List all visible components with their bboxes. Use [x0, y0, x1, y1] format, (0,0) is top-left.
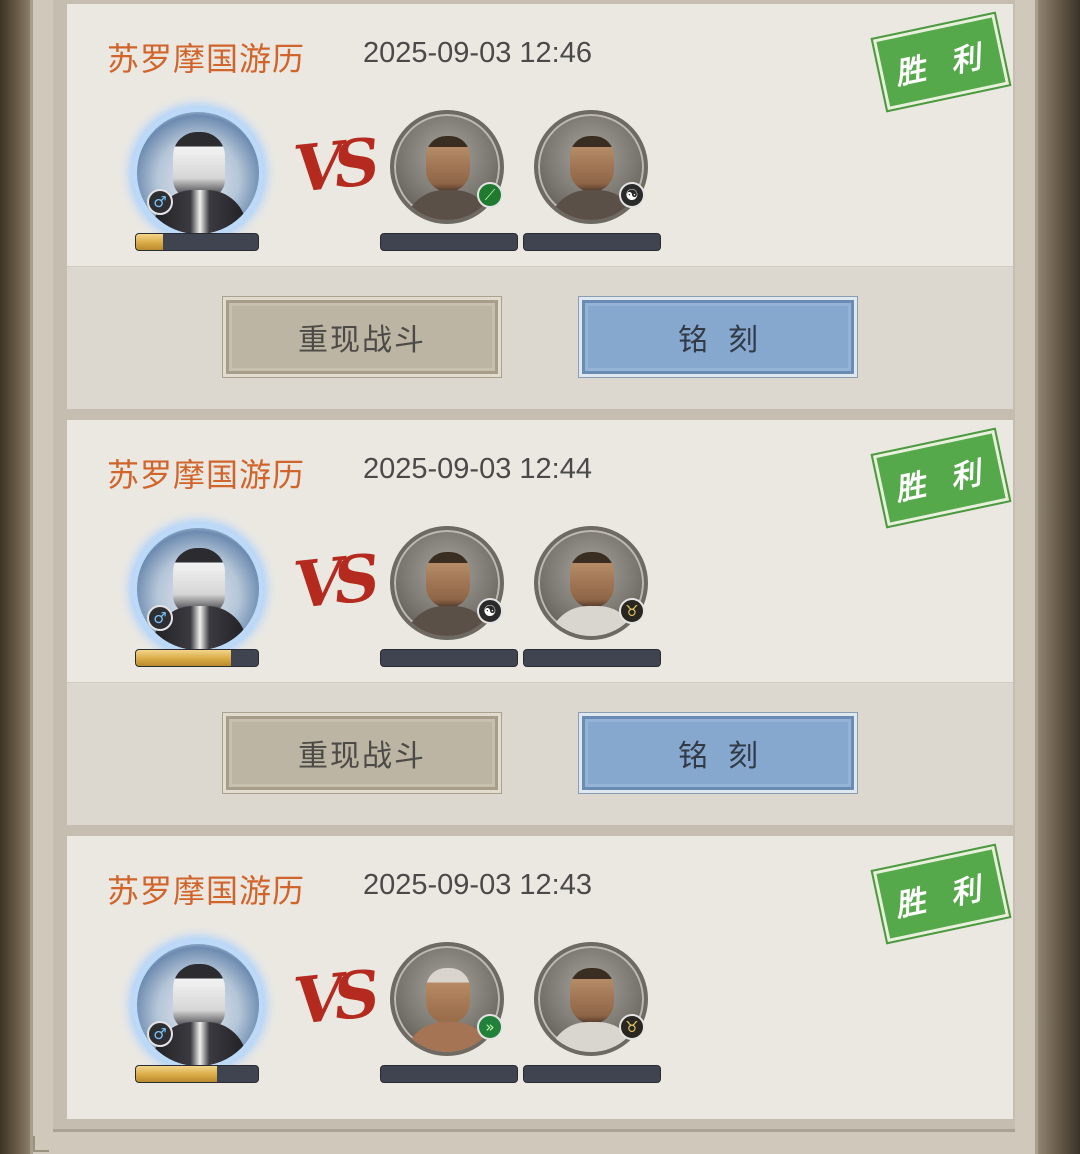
victory-stamp: 胜 利: [870, 11, 1012, 113]
enemy-progress-bar: [380, 1065, 518, 1083]
mask-face: [173, 132, 225, 198]
record-actions: 重现战斗 铭刻: [67, 682, 1013, 825]
player-progress-bar: [135, 233, 259, 251]
enemy-face: [426, 968, 470, 1024]
player-progress-bar: [135, 649, 259, 667]
record-header: 苏罗摩国游历 2025-09-03 12:43 胜 利 ♂ VS » ♉: [67, 836, 1013, 1119]
battle-record-card: 苏罗摩国游历 2025-09-03 12:43 胜 利 ♂ VS » ♉: [67, 836, 1013, 1119]
enemy-face: [570, 968, 614, 1024]
victory-label: 胜 利: [891, 454, 992, 509]
battle-time: 2025-09-03 12:46: [363, 37, 592, 69]
victory-stamp: 胜 利: [870, 843, 1012, 945]
record-actions: 重现战斗 铭刻: [67, 266, 1013, 409]
male-icon: ♂: [147, 605, 173, 631]
enemy-face: [426, 552, 470, 608]
ox-icon: ♉: [619, 1014, 645, 1040]
yin-yang-icon: ☯: [619, 182, 645, 208]
enemy-progress-bar: [523, 649, 661, 667]
battle-time: 2025-09-03 12:43: [363, 869, 592, 901]
player-avatar[interactable]: [133, 524, 263, 654]
engrave-button[interactable]: 铭刻: [579, 297, 857, 377]
background-right: [1038, 0, 1080, 1154]
enemy-face: [426, 136, 470, 192]
victory-label: 胜 利: [891, 870, 992, 925]
corner-ornament: [33, 1136, 49, 1152]
enemy-face: [570, 136, 614, 192]
victory-label: 胜 利: [891, 38, 992, 93]
enemy-progress-bar: [523, 233, 661, 251]
victory-stamp: 胜 利: [870, 427, 1012, 529]
ox-icon: ♉: [619, 598, 645, 624]
mask-face: [173, 964, 225, 1030]
battle-record-card: 苏罗摩国游历 2025-09-03 12:46 胜 利 ♂ VS ⟋ ☯ 重现战…: [67, 4, 1013, 409]
progress-fill: [136, 650, 232, 666]
vs-icon: VS: [290, 956, 374, 1040]
enemy-progress-bar: [380, 649, 518, 667]
player-avatar[interactable]: [133, 940, 263, 1070]
green-dash-icon: »: [477, 1014, 503, 1040]
player-avatar[interactable]: [133, 108, 263, 238]
vs-icon: VS: [290, 540, 374, 624]
male-icon: ♂: [147, 189, 173, 215]
record-header: 苏罗摩国游历 2025-09-03 12:44 胜 利 ♂ VS ☯ ♉: [67, 420, 1013, 682]
replay-battle-button[interactable]: 重现战斗: [223, 713, 501, 793]
yin-yang-icon: ☯: [477, 598, 503, 624]
vs-icon: VS: [290, 124, 374, 208]
enemy-progress-bar: [380, 233, 518, 251]
green-blade-icon: ⟋: [477, 182, 503, 208]
battle-title: 苏罗摩国游历: [107, 872, 306, 910]
male-icon: ♂: [147, 1021, 173, 1047]
engrave-button[interactable]: 铭刻: [579, 713, 857, 793]
progress-fill: [136, 1066, 217, 1082]
battle-time: 2025-09-03 12:44: [363, 453, 592, 485]
battle-title: 苏罗摩国游历: [107, 40, 306, 78]
progress-fill: [136, 234, 163, 250]
mask-face: [173, 548, 225, 614]
replay-battle-button[interactable]: 重现战斗: [223, 297, 501, 377]
enemy-progress-bar: [523, 1065, 661, 1083]
enemy-face: [570, 552, 614, 608]
battle-record-card: 苏罗摩国游历 2025-09-03 12:44 胜 利 ♂ VS ☯ ♉ 重现战…: [67, 420, 1013, 825]
battle-title: 苏罗摩国游历: [107, 456, 306, 494]
record-header: 苏罗摩国游历 2025-09-03 12:46 胜 利 ♂ VS ⟋ ☯: [67, 4, 1013, 266]
background-left: [0, 0, 30, 1154]
player-progress-bar: [135, 1065, 259, 1083]
